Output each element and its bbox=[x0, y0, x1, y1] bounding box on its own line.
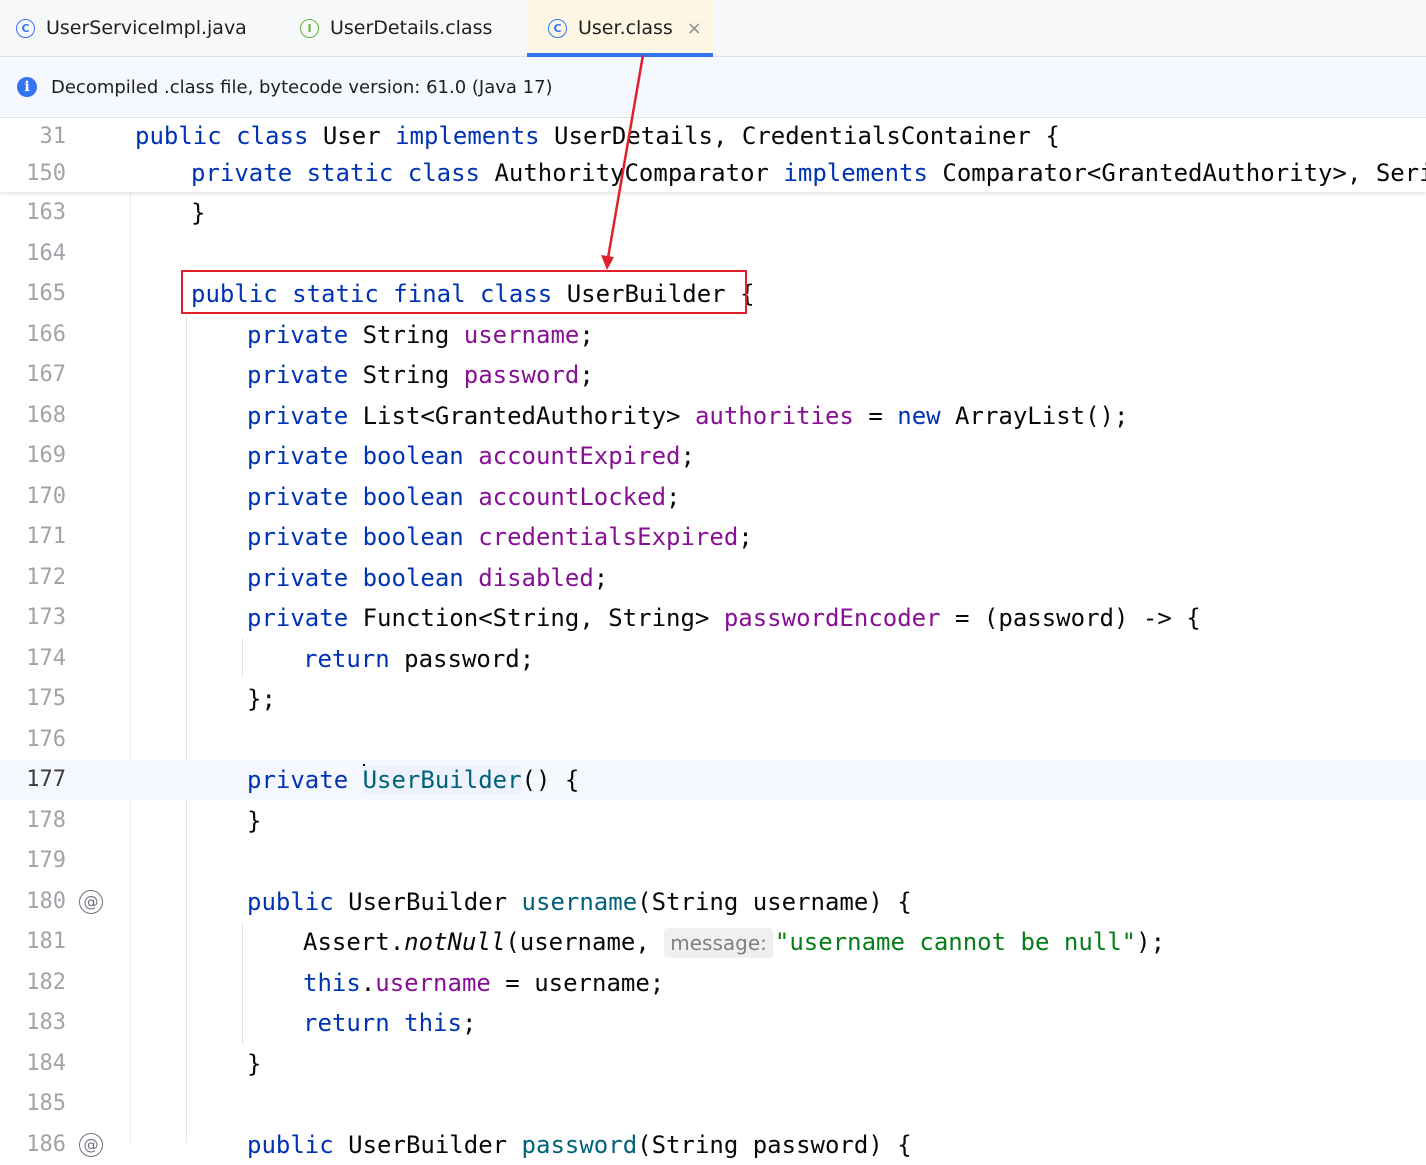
code-text: private boolean credentialsExpired; bbox=[247, 523, 753, 551]
line-number[interactable]: 175 bbox=[0, 679, 66, 719]
code-line: 174 return password; bbox=[0, 639, 1426, 679]
code-text: private List<GrantedAuthority> authoriti… bbox=[247, 402, 1129, 430]
code-line: 181 Assert.notNull(username, message: "us… bbox=[0, 922, 1426, 962]
line-number[interactable]: 179 bbox=[0, 841, 66, 881]
override-at-icon[interactable]: @ bbox=[79, 1133, 103, 1157]
line-number[interactable]: 170 bbox=[0, 477, 66, 517]
line-number[interactable]: 177 bbox=[0, 760, 66, 800]
code-line: 173 private Function<String, String> pas… bbox=[0, 598, 1426, 638]
line-number[interactable]: 171 bbox=[0, 517, 66, 557]
code-line: 171 private boolean credentialsExpired; bbox=[0, 517, 1426, 557]
code-text: public UserBuilder password(String passw… bbox=[247, 1131, 912, 1159]
line-number[interactable]: 186 bbox=[0, 1125, 66, 1165]
code-line: 167 private String password; bbox=[0, 355, 1426, 395]
code-text: private UserBuilder() { bbox=[247, 764, 580, 794]
line-number[interactable]: 172 bbox=[0, 558, 66, 598]
code-text: }; bbox=[247, 685, 276, 713]
code-text: return this; bbox=[303, 1009, 477, 1037]
line-number[interactable]: 166 bbox=[0, 315, 66, 355]
close-icon[interactable]: × bbox=[687, 18, 702, 39]
line-number[interactable]: 178 bbox=[0, 801, 66, 841]
line-number[interactable]: 182 bbox=[0, 963, 66, 1003]
line-number[interactable]: 150 bbox=[0, 155, 66, 192]
code-editor[interactable]: 31 public class User implements UserDeta… bbox=[0, 118, 1426, 1159]
line-number[interactable]: 31 bbox=[0, 118, 67, 155]
current-code-line: 177 private UserBuilder() { bbox=[0, 760, 1426, 800]
code-line: 180 @ public UserBuilder username(String… bbox=[0, 882, 1426, 922]
code-line: 163 } bbox=[0, 193, 1426, 233]
code-line: 150 private static class AuthorityCompar… bbox=[0, 155, 1426, 192]
line-number[interactable]: 164 bbox=[0, 234, 66, 274]
code-line: 170 private boolean accountLocked; bbox=[0, 477, 1426, 517]
code-line: 172 private boolean disabled; bbox=[0, 558, 1426, 598]
code-text: } bbox=[191, 199, 206, 227]
code-line: 176 bbox=[0, 720, 1426, 760]
code-line: 166 private String username; bbox=[0, 315, 1426, 355]
line-number[interactable]: 167 bbox=[0, 355, 66, 395]
code-text: private boolean accountLocked; bbox=[247, 483, 681, 511]
class-icon: C bbox=[16, 18, 35, 38]
line-number[interactable]: 181 bbox=[0, 922, 66, 962]
line-number[interactable]: 184 bbox=[0, 1044, 66, 1084]
code-line: 169 private boolean accountExpired; bbox=[0, 436, 1426, 476]
code-text: private boolean disabled; bbox=[247, 564, 609, 592]
code-text: private String password; bbox=[247, 361, 594, 389]
code-line: 185 bbox=[0, 1084, 1426, 1124]
code-text: } bbox=[247, 1050, 262, 1078]
code-text: } bbox=[247, 807, 262, 835]
banner-text: Decompiled .class file, bytecode version… bbox=[51, 76, 553, 98]
code-text: public class User implements UserDetails… bbox=[135, 122, 1060, 150]
code-text: private Function<String, String> passwor… bbox=[247, 604, 1201, 632]
line-number[interactable]: 163 bbox=[0, 193, 66, 233]
code-line: 186 @ public UserBuilder password(String… bbox=[0, 1125, 1426, 1165]
code-line: 165 public static final class UserBuilde… bbox=[0, 274, 1426, 314]
code-line: 175 }; bbox=[0, 679, 1426, 719]
code-text: private String username; bbox=[247, 321, 594, 349]
decompiled-info-banner: i Decompiled .class file, bytecode versi… bbox=[0, 57, 1426, 118]
override-at-icon[interactable]: @ bbox=[79, 890, 103, 914]
code-text: public UserBuilder username(String usern… bbox=[247, 888, 912, 916]
interface-icon: I bbox=[300, 18, 319, 38]
code-text: Assert.notNull(username, message: "userna… bbox=[303, 928, 1166, 958]
sticky-scroll-header: 31 public class User implements UserDeta… bbox=[0, 118, 1426, 192]
line-number[interactable]: 165 bbox=[0, 274, 66, 314]
code-text: return password; bbox=[303, 645, 535, 673]
line-number[interactable]: 169 bbox=[0, 436, 66, 476]
tab-user-class[interactable]: C User.class × bbox=[527, 0, 713, 57]
tab-userdetails-class[interactable]: I UserDetails.class bbox=[284, 0, 526, 56]
code-text: this.username = username; bbox=[303, 969, 665, 997]
line-number[interactable]: 176 bbox=[0, 720, 66, 760]
code-line: 168 private List<GrantedAuthority> autho… bbox=[0, 396, 1426, 436]
line-number[interactable]: 185 bbox=[0, 1084, 66, 1124]
tab-label: UserDetails.class bbox=[330, 17, 493, 39]
info-icon: i bbox=[17, 77, 37, 97]
code-line: 31 public class User implements UserDeta… bbox=[0, 118, 1426, 155]
code-line: 183 return this; bbox=[0, 1003, 1426, 1043]
code-text: private static class AuthorityComparator… bbox=[191, 159, 1426, 187]
editor-tab-bar: C UserServiceImpl.java I UserDetails.cla… bbox=[0, 0, 1426, 57]
code-line: 178 } bbox=[0, 801, 1426, 841]
line-number[interactable]: 180 bbox=[0, 882, 66, 922]
code-text: public static final class UserBuilder { bbox=[191, 280, 755, 308]
tab-label: UserServiceImpl.java bbox=[46, 17, 247, 39]
class-icon: C bbox=[548, 18, 567, 38]
line-number[interactable]: 183 bbox=[0, 1003, 66, 1043]
code-text: private boolean accountExpired; bbox=[247, 442, 695, 470]
parameter-hint: message: bbox=[664, 928, 773, 958]
line-number[interactable]: 174 bbox=[0, 639, 66, 679]
line-number[interactable]: 168 bbox=[0, 396, 66, 436]
code-line: 164 bbox=[0, 234, 1426, 274]
tab-userserviceimpl-java[interactable]: C UserServiceImpl.java bbox=[0, 0, 282, 56]
line-number[interactable]: 173 bbox=[0, 598, 66, 638]
code-line: 182 this.username = username; bbox=[0, 963, 1426, 1003]
code-line: 184 } bbox=[0, 1044, 1426, 1084]
tab-label: User.class bbox=[578, 17, 673, 39]
code-line: 179 bbox=[0, 841, 1426, 881]
